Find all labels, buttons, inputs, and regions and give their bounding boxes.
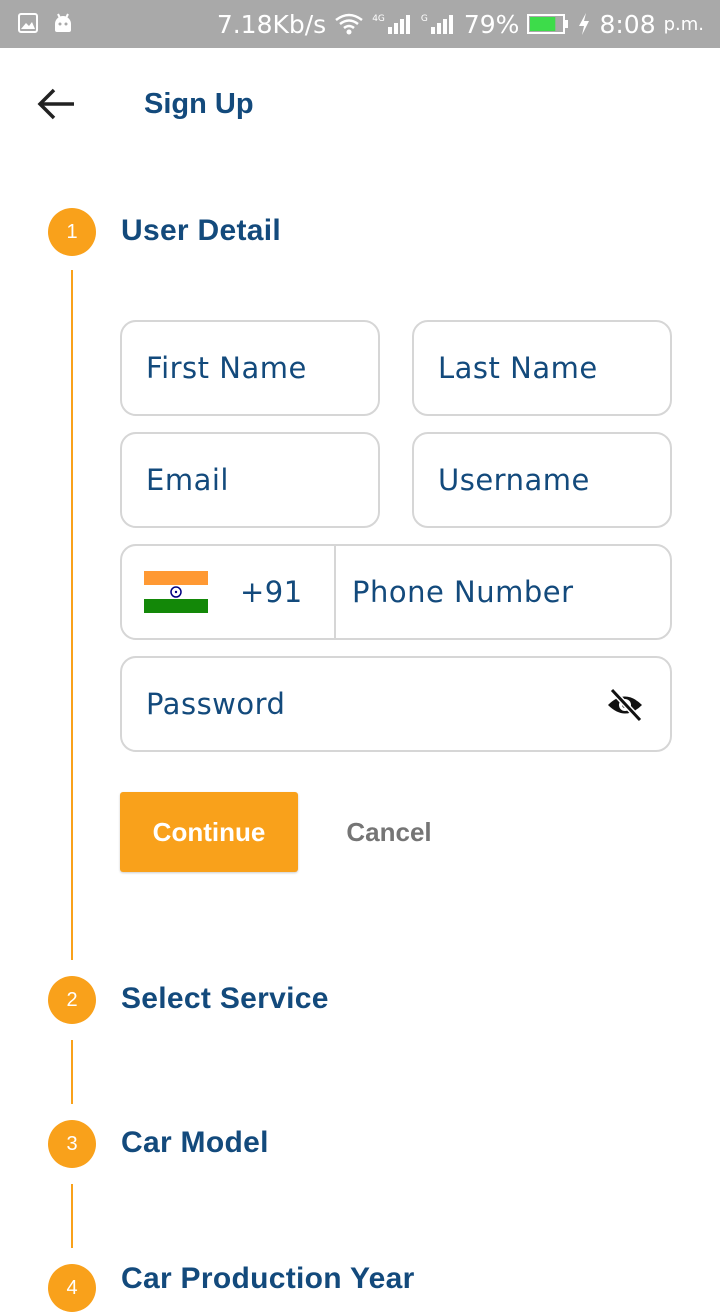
charging-icon (579, 13, 590, 35)
net-type-label-2: G (420, 14, 428, 24)
step-3-title[interactable]: Car Model (121, 1126, 269, 1160)
country-code[interactable]: +91 (240, 546, 303, 638)
status-bar: 7.18Kb/s 4G G 79% 8:08 p.m. (0, 0, 720, 48)
phone-field: +91 Phone Number (120, 544, 672, 640)
step-3-connector (71, 1184, 73, 1248)
net-type-label: 4G (372, 14, 385, 24)
password-field: Password (120, 656, 672, 752)
step-1-connector (71, 270, 73, 960)
phone-number-input[interactable]: Phone Number (352, 546, 574, 638)
step-number: 3 (66, 1132, 78, 1155)
continue-button[interactable]: Continue (120, 792, 298, 872)
step-3-indicator: 3 (48, 1120, 96, 1168)
signal-icon-2 (430, 15, 453, 34)
signal-4g: 4G (372, 13, 413, 35)
step-1-title[interactable]: User Detail (121, 214, 281, 248)
battery-percent: 79% (463, 9, 520, 39)
last-name-input[interactable]: Last Name (412, 320, 672, 416)
signal-g: G (421, 13, 456, 35)
app-bar: Sign Up (0, 48, 720, 164)
clock-ampm: p.m. (663, 13, 704, 35)
step-4-indicator: 4 (48, 1264, 96, 1312)
visibility-off-icon[interactable] (606, 686, 644, 724)
step-2-indicator: 2 (48, 976, 96, 1024)
back-arrow-icon[interactable] (34, 82, 78, 126)
step-2-title[interactable]: Select Service (121, 982, 329, 1016)
phone-divider (334, 546, 336, 638)
username-input[interactable]: Username (412, 432, 672, 528)
signal-icon (387, 15, 410, 34)
page-title: Sign Up (144, 88, 254, 120)
email-input[interactable]: Email (120, 432, 380, 528)
gallery-icon (18, 13, 38, 33)
step-number: 2 (66, 988, 78, 1011)
network-speed: 7.18Kb/s (216, 9, 327, 39)
battery-icon (527, 14, 569, 34)
step-1-indicator: 1 (48, 208, 96, 256)
cancel-button[interactable]: Cancel (330, 792, 448, 872)
first-name-input[interactable]: First Name (120, 320, 380, 416)
password-input[interactable]: Password (146, 687, 285, 721)
wifi-icon (335, 13, 363, 35)
clock: 8:08 (599, 9, 656, 39)
android-icon (55, 13, 71, 32)
india-flag-icon[interactable] (144, 571, 208, 613)
step-2-connector (71, 1040, 73, 1104)
step-number: 1 (66, 220, 78, 243)
step-4-title[interactable]: Car Production Year (121, 1262, 415, 1296)
